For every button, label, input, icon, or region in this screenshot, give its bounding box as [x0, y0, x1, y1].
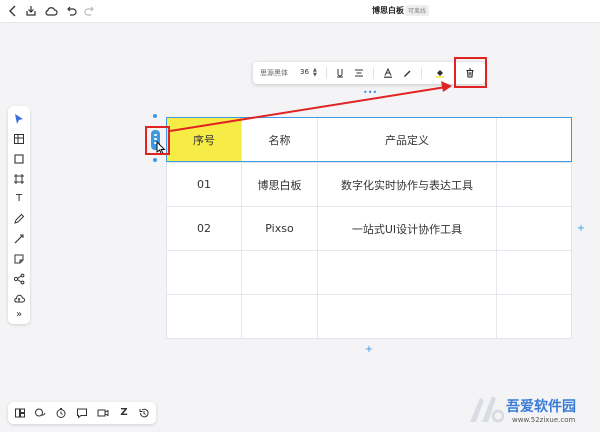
square-icon[interactable] [13, 153, 25, 165]
z-icon[interactable]: Z [118, 407, 130, 419]
selection-handle[interactable] [153, 158, 157, 162]
add-column-button[interactable]: + [576, 224, 586, 234]
undo-icon[interactable] [64, 4, 78, 18]
video-icon[interactable] [97, 407, 109, 419]
document-title[interactable]: 博思白板 [372, 5, 404, 16]
history-icon[interactable] [138, 407, 150, 419]
highlight-box-row-handle [145, 126, 170, 155]
upload-icon[interactable] [13, 293, 25, 305]
mindmap-icon[interactable] [13, 273, 25, 285]
left-toolbar: T » [8, 106, 30, 324]
toolbar-more-handle[interactable]: ••• [363, 89, 377, 97]
cursor-icon[interactable] [13, 113, 25, 125]
table-header-cell[interactable] [497, 118, 571, 163]
layout-icon[interactable] [14, 407, 26, 419]
back-icon[interactable] [6, 4, 20, 18]
save-download-icon[interactable] [24, 4, 38, 18]
cloud-icon[interactable] [44, 4, 58, 18]
chat-icon[interactable] [34, 407, 46, 419]
table-cell[interactable]: Pixso [242, 207, 318, 251]
sticky-note-icon[interactable] [13, 253, 25, 265]
font-size-input[interactable]: 36 [300, 68, 309, 76]
table-cell[interactable] [497, 295, 571, 338]
comment-icon[interactable] [76, 407, 88, 419]
text-color-icon[interactable] [383, 68, 393, 78]
table-cell[interactable]: 博思白板 [242, 163, 318, 207]
table-header-cell[interactable]: 序号 [167, 118, 242, 163]
table-cell[interactable] [318, 295, 497, 338]
top-bar: 博思白板 可离线 [0, 0, 600, 23]
font-family-select[interactable]: 思源黑体 [260, 68, 288, 78]
watermark-title: 吾爱软件园 [506, 399, 576, 415]
toolbar-divider [326, 67, 327, 79]
pen-icon[interactable] [13, 213, 25, 225]
offline-badge: 可离线 [405, 5, 430, 16]
watermark-logo [470, 396, 504, 423]
table-format-toolbar: 思源黑体 36 ▲ ▼ [253, 62, 485, 84]
highlight-icon[interactable] [402, 68, 412, 78]
text-style-icon[interactable] [335, 68, 345, 78]
toolbar-divider [373, 67, 374, 79]
table-cell[interactable] [497, 251, 571, 295]
table-icon[interactable] [13, 133, 25, 145]
table-cell[interactable] [242, 295, 318, 338]
table-header-cell[interactable]: 名称 [242, 118, 318, 163]
table[interactable]: 序号 名称 产品定义 01 博思白板 数字化实时协作与表达工具 02 Pixso… [166, 117, 572, 339]
timer-icon[interactable] [55, 407, 67, 419]
align-icon[interactable] [354, 68, 364, 78]
frame-icon[interactable] [13, 173, 25, 185]
table-cell[interactable]: 一站式UI设计协作工具 [318, 207, 497, 251]
table-cell[interactable] [167, 251, 242, 295]
table-header-cell[interactable]: 产品定义 [318, 118, 497, 163]
table-cell[interactable]: 02 [167, 207, 242, 251]
font-size-stepper[interactable]: ▲ ▼ [313, 68, 319, 78]
line-icon[interactable] [13, 233, 25, 245]
table-cell[interactable] [167, 295, 242, 338]
redo-icon[interactable] [83, 4, 97, 18]
toolbar-divider [421, 67, 422, 79]
bottom-toolbar: Z [8, 402, 156, 424]
fill-color-icon[interactable] [435, 68, 445, 78]
table-cell[interactable] [497, 207, 571, 251]
stepper-down-icon[interactable]: ▼ [313, 73, 319, 78]
table-cell[interactable] [497, 163, 571, 207]
watermark-url: www.52zixue.com [512, 416, 576, 424]
table-cell[interactable] [242, 251, 318, 295]
table-cell[interactable]: 数字化实时协作与表达工具 [318, 163, 497, 207]
more-icon[interactable]: » [13, 309, 25, 321]
table-cell[interactable]: 01 [167, 163, 242, 207]
table-cell[interactable] [318, 251, 497, 295]
highlight-box-delete [454, 57, 487, 88]
selection-handle[interactable] [153, 114, 157, 118]
text-icon[interactable]: T [13, 193, 25, 205]
add-row-button[interactable]: + [364, 345, 374, 355]
